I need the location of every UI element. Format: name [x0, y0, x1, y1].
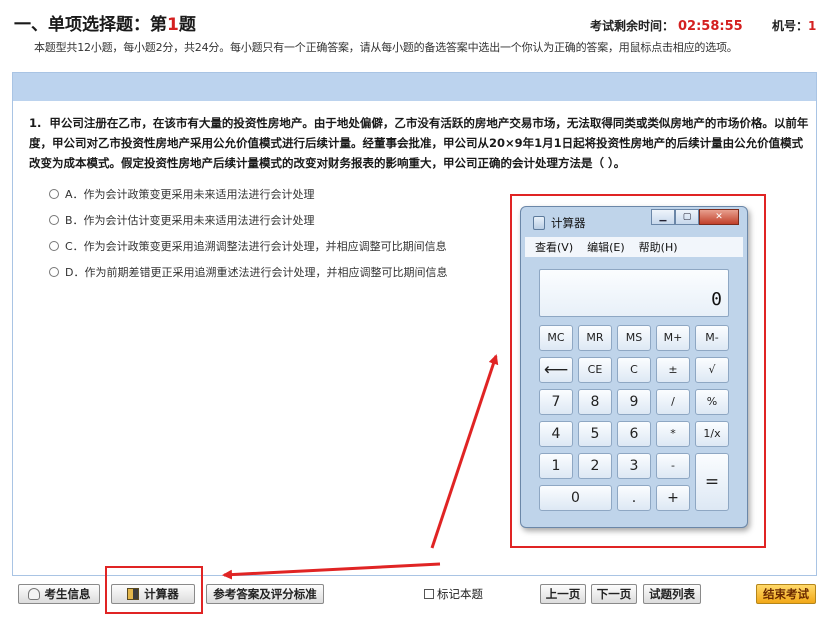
maximize-icon[interactable]: ▢ [675, 209, 699, 225]
key-multiply[interactable]: * [656, 421, 690, 447]
candidate-info-label: 考生信息 [44, 587, 91, 601]
mark-question[interactable]: 标记本题 [424, 586, 483, 602]
key-9[interactable]: 9 [617, 389, 651, 415]
user-icon [27, 588, 40, 600]
mark-question-label: 标记本题 [437, 587, 483, 601]
close-icon[interactable]: ✕ [699, 209, 739, 225]
key-reciprocal[interactable]: 1/x [695, 421, 729, 447]
calculator-button[interactable]: 计算器 [111, 584, 195, 604]
key-mc[interactable]: MC [539, 325, 573, 351]
arrow-to-calc-button [222, 562, 441, 580]
key-5[interactable]: 5 [578, 421, 612, 447]
bottom-toolbar: 考生信息 计算器 参考答案及评分标准 标记本题 上一页 下一页 试题列表 结束考… [0, 578, 825, 618]
key-equals[interactable]: = [695, 453, 729, 511]
key-6[interactable]: 6 [617, 421, 651, 447]
key-decimal[interactable]: . [617, 485, 651, 511]
exam-page: 一、单项选择题：第1题 本题型共12小题，每小题2分，共24分。每小题只有一个正… [0, 0, 825, 618]
key-divide[interactable]: / [656, 389, 690, 415]
calculator-app-icon [533, 216, 545, 230]
reference-answer-button[interactable]: 参考答案及评分标准 [206, 584, 324, 604]
question-list-button[interactable]: 试题列表 [643, 584, 701, 604]
menu-edit[interactable]: 编辑(E) [587, 239, 625, 255]
key-8[interactable]: 8 [578, 389, 612, 415]
menu-view[interactable]: 查看(V) [535, 239, 573, 255]
calculator-icon [127, 588, 140, 600]
calculator-display: 0 [539, 269, 729, 317]
prev-page-button[interactable]: 上一页 [540, 584, 586, 604]
next-page-button[interactable]: 下一页 [591, 584, 637, 604]
minimize-icon[interactable]: ▁ [651, 209, 675, 225]
calculator-window[interactable]: 计算器 ▁ ▢ ✕ 查看(V) 编辑(E) 帮助(H) 0 MC MR MS M… [520, 206, 748, 528]
calculator-title-text: 计算器 [551, 216, 586, 230]
mark-question-checkbox[interactable] [424, 589, 434, 599]
key-1[interactable]: 1 [539, 453, 573, 479]
key-mr[interactable]: MR [578, 325, 612, 351]
key-ms[interactable]: MS [617, 325, 651, 351]
key-0[interactable]: 0 [539, 485, 612, 511]
key-plus-minus[interactable]: ± [656, 357, 690, 383]
key-minus[interactable]: - [656, 453, 690, 479]
key-7[interactable]: 7 [539, 389, 573, 415]
key-percent[interactable]: % [695, 389, 729, 415]
key-mminus[interactable]: M- [695, 325, 729, 351]
key-plus[interactable]: + [656, 485, 690, 511]
key-3[interactable]: 3 [617, 453, 651, 479]
display-value: 0 [711, 289, 722, 310]
arrow-to-calculator [430, 354, 499, 549]
key-mplus[interactable]: M+ [656, 325, 690, 351]
key-backspace[interactable]: ⟵ [539, 357, 573, 383]
calculator-button-label: 计算器 [144, 587, 179, 601]
calculator-menubar: 查看(V) 编辑(E) 帮助(H) [525, 237, 743, 257]
calculator-keypad: MC MR MS M+ M- ⟵ CE C ± √ 7 8 9 / % 4 5 … [539, 325, 731, 513]
window-controls: ▁ ▢ ✕ [651, 209, 739, 225]
end-exam-button[interactable]: 结束考试 [756, 584, 816, 604]
key-c[interactable]: C [617, 357, 651, 383]
key-2[interactable]: 2 [578, 453, 612, 479]
key-4[interactable]: 4 [539, 421, 573, 447]
key-sqrt[interactable]: √ [695, 357, 729, 383]
key-ce[interactable]: CE [578, 357, 612, 383]
menu-help[interactable]: 帮助(H) [639, 239, 678, 255]
calculator-title: 计算器 [533, 215, 586, 231]
candidate-info-button[interactable]: 考生信息 [18, 584, 100, 604]
